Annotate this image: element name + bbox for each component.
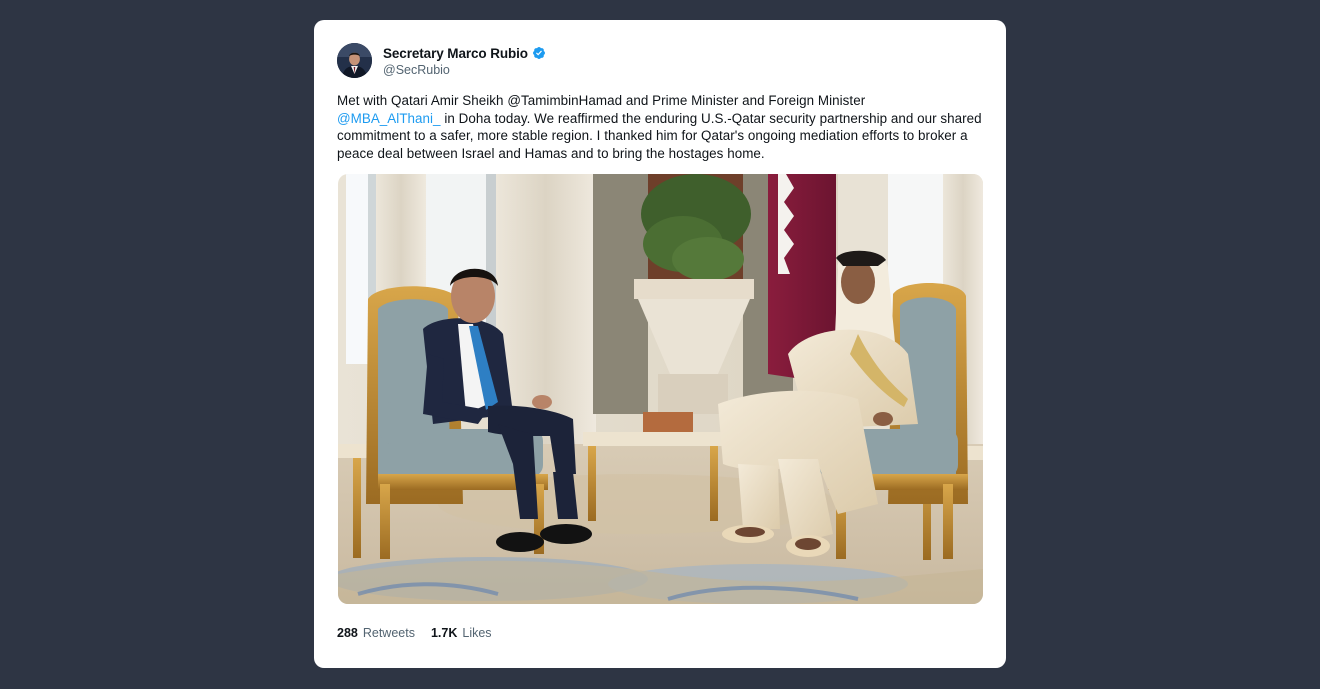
tweet-text: Met with Qatari Amir Sheikh @TamimbinHam…: [337, 92, 987, 162]
name-row: Secretary Marco Rubio: [383, 44, 546, 62]
author-handle[interactable]: @SecRubio: [383, 63, 546, 77]
author-display-name[interactable]: Secretary Marco Rubio: [383, 46, 528, 61]
verified-badge-icon: [532, 46, 546, 60]
likes-stat[interactable]: 1.7K Likes: [431, 626, 492, 640]
tweet-header: Secretary Marco Rubio @SecRubio: [337, 43, 546, 78]
mention-link[interactable]: @MBA_AlThani_: [337, 111, 441, 126]
likes-label: Likes: [462, 626, 492, 640]
tweet-photo[interactable]: [338, 174, 983, 604]
photo-illustration: [338, 174, 983, 604]
avatar[interactable]: [337, 43, 372, 78]
tweet-stats: 288 Retweets 1.7K Likes: [337, 626, 508, 640]
tweet-card: Secretary Marco Rubio @SecRubio Met with…: [314, 20, 1006, 668]
tweet-text-line1: Met with Qatari Amir Sheikh @TamimbinHam…: [337, 93, 866, 108]
author-names: Secretary Marco Rubio @SecRubio: [383, 44, 546, 77]
retweets-count: 288: [337, 626, 358, 640]
retweets-label: Retweets: [362, 626, 415, 640]
retweets-stat[interactable]: 288 Retweets: [337, 626, 415, 640]
likes-count: 1.7K: [430, 626, 458, 640]
